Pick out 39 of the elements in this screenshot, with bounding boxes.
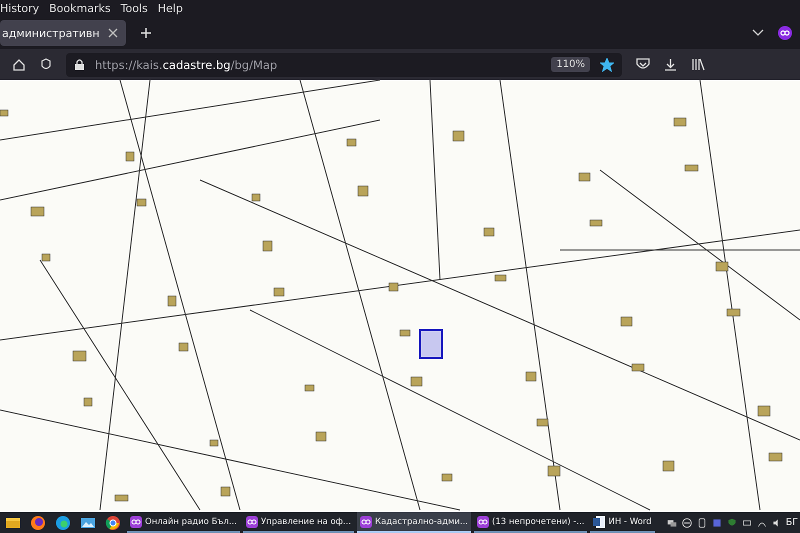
chevron-down-icon[interactable] <box>752 29 764 37</box>
battery-icon[interactable] <box>742 518 752 528</box>
browser-tab[interactable]: административн <box>0 20 126 46</box>
close-icon[interactable] <box>108 28 118 38</box>
menu-item[interactable]: History <box>0 2 40 15</box>
home-icon[interactable] <box>12 58 26 72</box>
star-icon[interactable] <box>600 58 614 72</box>
shield-icon[interactable] <box>40 58 52 72</box>
download-icon[interactable] <box>664 58 677 72</box>
document-app-icon <box>593 516 606 528</box>
zoom-level-button[interactable]: 110% <box>551 57 590 72</box>
language-indicator[interactable]: БГ <box>786 517 798 528</box>
edge-icon[interactable] <box>55 514 71 530</box>
app-icon <box>360 516 372 528</box>
address-field[interactable]: https://kais.cadastre.bg/bg/Map 110% <box>66 52 622 76</box>
pocket-icon[interactable] <box>636 58 650 71</box>
library-icon[interactable] <box>691 58 705 71</box>
firefox-icon[interactable] <box>30 514 46 530</box>
menu-item[interactable]: Help <box>158 2 183 15</box>
taskbar-button[interactable]: (13 непрочетени) -... <box>474 512 588 533</box>
app-icon <box>477 516 489 528</box>
taskbar-button[interactable]: Управление на оф... <box>242 512 354 533</box>
taskbar-button[interactable]: Онлайн радио Бъл... <box>127 512 240 533</box>
lock-icon[interactable] <box>74 58 85 71</box>
url-text: https://kais.cadastre.bg/bg/Map <box>95 58 278 72</box>
tab-title: административн <box>2 26 100 40</box>
plus-icon[interactable] <box>140 27 152 39</box>
menu-item[interactable]: Bookmarks <box>49 2 111 15</box>
app-icon <box>246 516 258 528</box>
chrome-icon[interactable] <box>105 514 121 530</box>
menu-item[interactable]: Tools <box>120 2 148 15</box>
taskbar-button[interactable]: Кадастрално-адми... <box>357 512 471 533</box>
extension-icon[interactable] <box>778 26 792 40</box>
app-icon[interactable] <box>712 518 722 528</box>
status-icon[interactable] <box>682 518 692 528</box>
app-icon <box>130 516 142 528</box>
network-icon[interactable] <box>666 518 677 528</box>
taskbar-button[interactable]: ИН - Word <box>590 512 655 533</box>
phone-icon[interactable] <box>696 518 707 528</box>
